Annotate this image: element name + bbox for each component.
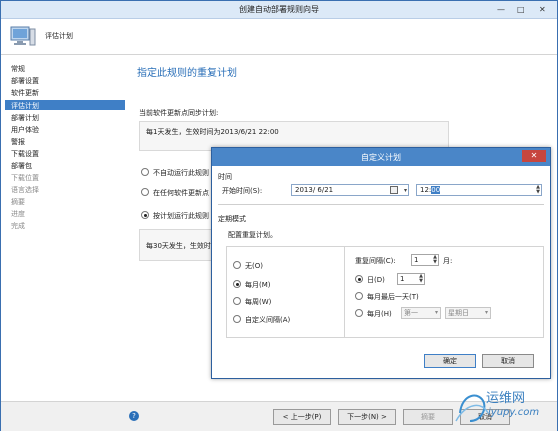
radio-monthly[interactable] — [233, 280, 241, 288]
radio-day-label: 日(D) — [367, 276, 385, 284]
radio-last-day-label: 每月最后一天(T) — [367, 293, 419, 301]
radio-monthly-label: 每月(M) — [245, 281, 271, 289]
sidebar-item-download-settings[interactable]: 下载设置 — [11, 149, 39, 159]
next-button[interactable]: 下一步(N) > — [338, 409, 396, 425]
schedule-summary-value: 每30天发生，生效时间 — [146, 242, 218, 250]
day-stepper[interactable]: 1 ▲ ▼ — [397, 273, 425, 285]
sidebar-item-evaluation-schedule[interactable]: 评估计划 — [5, 100, 125, 110]
maximize-button[interactable]: □ — [517, 5, 525, 14]
start-time-input[interactable]: 12:00 ▲ ▼ — [416, 184, 542, 196]
day-value: 1 — [400, 275, 405, 283]
dialog-title: 自定义计划 — [361, 153, 401, 162]
recur-interval-label: 重复间隔(C): — [355, 257, 396, 265]
start-time-minute: 00 — [431, 186, 441, 194]
sidebar-item-alerts[interactable]: 警报 — [11, 137, 25, 147]
wizard-header: 评估计划 — [1, 19, 557, 55]
dialog-cancel-button[interactable]: 取消 — [482, 354, 534, 368]
ok-button[interactable]: 确定 — [424, 354, 476, 368]
radio-day[interactable] — [355, 275, 363, 283]
start-date-value: 2013/ 6/21 — [295, 186, 334, 194]
time-section-label: 时间 — [218, 173, 232, 181]
sidebar-item-completion: 完成 — [11, 222, 25, 230]
recur-unit-label: 月: — [443, 257, 453, 265]
sidebar-item-language-selection: 语言选择 — [11, 186, 39, 194]
recur-interval-value: 1 — [414, 256, 419, 264]
weekday-value: 星期日 — [448, 309, 469, 317]
monthly-options-panel: 重复间隔(C): 1 ▲ ▼ 月: 日(D) 1 ▲ ▼ 每月最后一天(T) 每月(… — [344, 246, 544, 338]
sidebar-item-label: 评估计划 — [11, 102, 39, 110]
configure-recurrence-label: 配置重复计划。 — [228, 231, 277, 239]
sidebar-item-software-updates[interactable]: 软件更新 — [11, 88, 39, 98]
start-time-hour: 12: — [420, 186, 432, 194]
section-heading: 指定此规则的重复计划 — [137, 68, 237, 79]
recurrence-type-panel: 无(O) 每月(M) 每周(W) 自定义间隔(A) — [226, 246, 346, 338]
week-ordinal-select: 第一 ▾ — [401, 307, 441, 319]
radio-last-day[interactable] — [355, 292, 363, 300]
watermark: 运维网 iyupy.com — [452, 383, 556, 429]
wizard-steps-sidebar: 常规 部署设置 软件更新 评估计划 部署计划 用户体验 警报 下载设置 部署包 … — [1, 56, 127, 400]
watermark-brand: 运维网 — [486, 391, 526, 406]
sidebar-item-deployment-schedule[interactable]: 部署计划 — [11, 113, 39, 123]
dialog-close-button[interactable]: ✕ — [522, 150, 546, 162]
radio-none-label: 无(O) — [245, 262, 263, 270]
sidebar-item-progress: 进度 — [11, 210, 25, 218]
dialog-title-bar: 自定义计划 ✕ — [212, 148, 550, 166]
summary-button: 摘要 — [403, 409, 453, 425]
sidebar-item-summary: 摘要 — [11, 198, 25, 206]
radio-custom-interval-label: 自定义间隔(A) — [245, 316, 291, 324]
weekday-select: 星期日 ▾ — [445, 307, 491, 319]
radio-every-month-label: 每月(H) — [367, 310, 392, 318]
previous-button[interactable]: < 上一步(P) — [273, 409, 331, 425]
watermark-url: iyupy.com — [488, 407, 540, 418]
radio-no-run-label: 不自动运行此规则 — [153, 169, 209, 177]
calendar-icon[interactable] — [390, 186, 398, 194]
sidebar-item-deployment-settings[interactable]: 部署设置 — [11, 76, 39, 86]
radio-weekly-label: 每周(W) — [245, 298, 272, 306]
sync-schedule-value: 每1天发生，生效时间为2013/6/21 22:00 — [146, 128, 279, 136]
custom-schedule-dialog: 自定义计划 ✕ 时间 开始时间(S): 2013/ 6/21 ▾ 12:00 ▲… — [211, 147, 551, 379]
radio-after-sync[interactable] — [141, 188, 149, 196]
stepper-icon[interactable]: ▲ ▼ — [419, 274, 423, 284]
chevron-down-icon: ▾ — [434, 309, 438, 316]
chevron-down-icon: ▾ — [484, 309, 488, 316]
radio-run-on-schedule[interactable] — [141, 211, 149, 219]
close-button[interactable]: ✕ — [539, 5, 546, 14]
sync-schedule-label: 当前软件更新点同步计划: — [139, 109, 219, 117]
chevron-down-icon[interactable]: ▾ — [404, 186, 407, 196]
recur-interval-stepper[interactable]: 1 ▲ ▼ — [411, 254, 439, 266]
time-spinner-icon[interactable]: ▲ ▼ — [536, 185, 540, 195]
computer-icon — [10, 26, 36, 46]
radio-weekly[interactable] — [233, 297, 241, 305]
start-time-label: 开始时间(S): — [222, 187, 263, 195]
sidebar-item-general[interactable]: 常规 — [11, 64, 25, 74]
stepper-icon[interactable]: ▲ ▼ — [433, 255, 437, 265]
radio-run-on-schedule-label: 按计划运行此规则 — [153, 212, 209, 220]
minimize-button[interactable]: — — [497, 5, 505, 14]
radio-none[interactable] — [233, 261, 241, 269]
radio-every-month[interactable] — [355, 309, 363, 317]
wizard-title-bar: 创建自动部署规则向导 — □ ✕ — [1, 1, 557, 19]
wizard-title: 创建自动部署规则向导 — [239, 5, 319, 14]
start-date-picker[interactable]: 2013/ 6/21 ▾ — [291, 184, 409, 196]
radio-custom-interval[interactable] — [233, 315, 241, 323]
sidebar-item-user-experience[interactable]: 用户体验 — [11, 125, 39, 135]
sidebar-item-deployment-package[interactable]: 部署包 — [11, 161, 32, 171]
page-title: 评估计划 — [45, 32, 73, 40]
week-ordinal-value: 第一 — [404, 309, 418, 317]
divider — [218, 204, 544, 205]
pattern-section-label: 定期模式 — [218, 215, 246, 223]
help-icon[interactable]: ? — [129, 411, 139, 421]
radio-after-sync-label: 在任何软件更新点 — [153, 189, 209, 197]
radio-no-run[interactable] — [141, 168, 149, 176]
sidebar-item-download-location: 下载位置 — [11, 174, 39, 182]
